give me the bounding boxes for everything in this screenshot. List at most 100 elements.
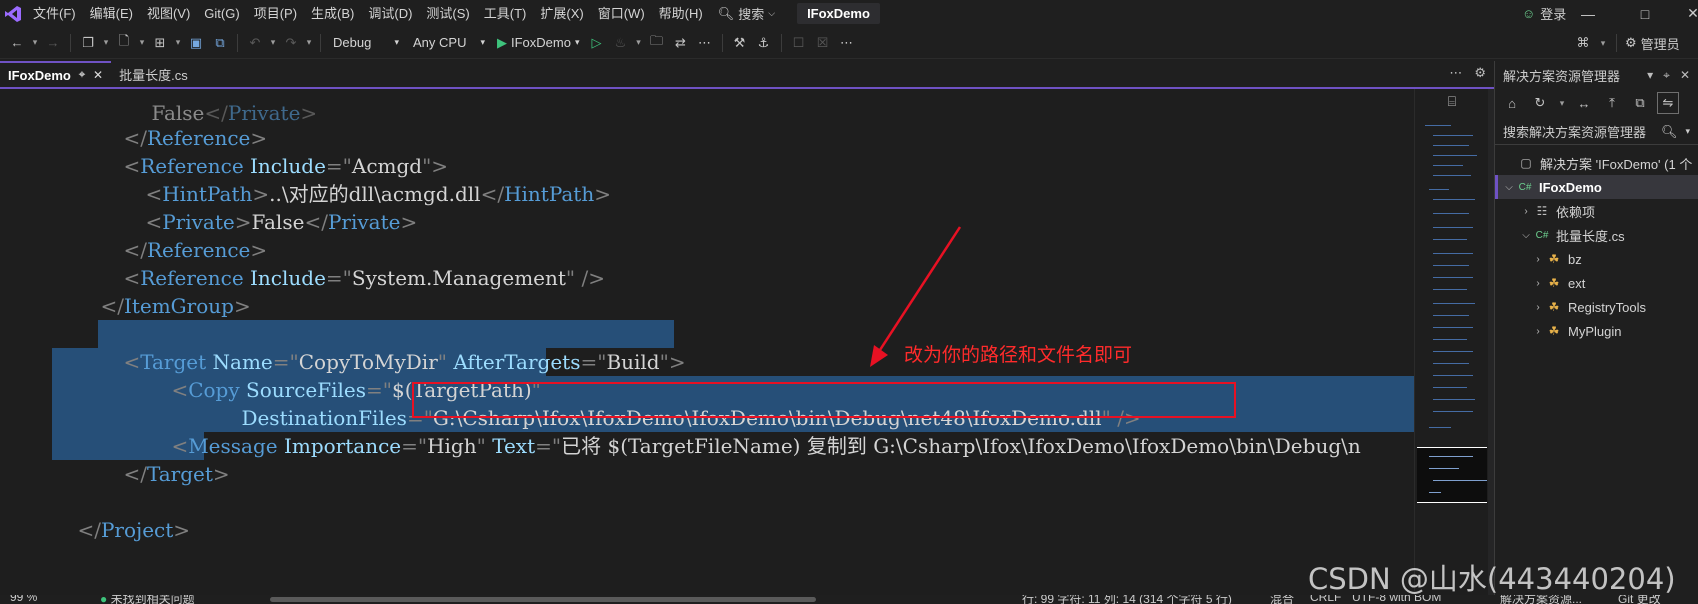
chevron-down-icon[interactable]: ▾ [137,37,147,48]
save-icon[interactable]: ▣ [185,32,207,54]
code-line: <Copy SourceFiles="$(TargetPath)" [171,378,541,402]
menu-extensions[interactable]: 扩展(X) [533,0,590,27]
tree-item-label: ext [1568,275,1586,291]
tab-ifoxdemo[interactable]: IFoxDemo ⌖ ✕ [0,61,112,87]
sync-icon[interactable]: ↻ [1529,92,1551,114]
tab-batch-length-cs[interactable]: 批量长度.cs [111,61,196,87]
menu-edit[interactable]: 编辑(E) [83,0,140,27]
live-share-icon[interactable]: ⇄ [670,32,692,54]
undo-icon[interactable]: ↶ [244,32,266,54]
start-without-debugging-icon[interactable]: ▷ [586,32,608,54]
more-options-icon[interactable]: ⋯ [836,32,858,54]
tree-item-class[interactable]: › ☘ ext [1495,271,1698,295]
tree-item-class[interactable]: › ☘ MyPlugin [1495,319,1698,343]
comment-icon[interactable]: ☐ [788,32,810,54]
chevron-right-icon[interactable]: › [1519,206,1533,217]
copilot-icon[interactable]: ⌘ [1572,32,1594,54]
chevron-down-icon[interactable]: ⌵ [1502,182,1516,193]
chevron-down-icon[interactable]: ▾ [1598,38,1608,49]
home-icon[interactable]: ⌂ [1501,92,1523,114]
tree-item-class[interactable]: › ☘ bz [1495,247,1698,271]
tree-item-label: 批量长度.cs [1556,228,1625,244]
menu-project[interactable]: 项目(P) [247,0,304,27]
browse-folder-icon[interactable]: 🗀 [646,32,668,54]
redo-icon[interactable]: ↷ [280,32,302,54]
minimap-line [1433,135,1473,136]
menu-window[interactable]: 窗口(W) [591,0,652,27]
breakpoint-tool-icon[interactable]: ⚒ [729,32,751,54]
menu-view[interactable]: 视图(V) [140,0,197,27]
close-window-button[interactable]: ✕ [1670,0,1698,27]
code-minimap[interactable]: ⌸ [1414,89,1488,595]
menu-tools[interactable]: 工具(T) [477,0,534,27]
search-placeholder: 搜索解决方案资源管理器 [1503,125,1647,140]
chevron-down-icon[interactable]: ▾ [304,37,314,48]
configuration-dropdown[interactable]: Debug ▾ [327,32,405,54]
back-icon[interactable]: ← [6,32,28,54]
new-file-icon[interactable]: 🗋 [113,32,135,54]
settings-gear-icon[interactable]: ⚙ [1474,65,1486,81]
chevron-down-icon[interactable]: ▾ [101,37,111,48]
diagnostic-tool-icon[interactable]: ⚓ [753,32,775,54]
split-editor-icon[interactable]: ⌸ [1415,89,1489,113]
chevron-down-icon[interactable]: ▾ [634,37,644,48]
chevron-down-icon[interactable]: ▾ [268,37,278,48]
more-options-icon[interactable]: ⋯ [694,32,716,54]
forward-icon[interactable]: → [42,32,64,54]
toolbar-separator [237,33,238,52]
more-tabs-icon[interactable]: ⋯ [1449,65,1462,81]
pin-icon[interactable]: ⌖ [79,69,85,82]
maximize-button[interactable]: □ [1622,0,1668,27]
xml-tag: Private [327,210,401,234]
close-icon[interactable]: ✕ [93,68,103,82]
hot-reload-icon[interactable]: ♨ [610,32,632,54]
menu-debug[interactable]: 调试(D) [361,0,419,27]
whitespace-mode[interactable]: 混合 [1270,595,1294,604]
close-icon[interactable]: ✕ [1680,68,1690,83]
new-project-icon[interactable]: ❐ [77,32,99,54]
search-menu[interactable]: 🔍︎ 搜索 ⌵ [710,0,783,27]
visual-studio-logo-icon[interactable] [0,0,26,27]
menu-git[interactable]: Git(G) [197,0,246,27]
cursor-position[interactable]: 行: 99 字符: 11 列: 14 (314 个字符 5 行) [1022,595,1232,604]
save-all-icon[interactable]: ⧉ [209,32,231,54]
issues-indicator[interactable]: ● 未找到相关问题 [100,595,195,604]
menu-help[interactable]: 帮助(H) [652,0,710,27]
platform-dropdown[interactable]: Any CPU ▾ [407,32,491,54]
chevron-down-icon[interactable]: ⌵ [1519,230,1533,241]
code-editor[interactable]: False</Private> </Reference> <Reference … [0,89,1414,595]
minimap-viewport[interactable] [1417,447,1487,503]
minimize-button[interactable]: — [1565,0,1611,27]
admin-indicator[interactable]: ⌘ ▾ ⚙ 管理员 [1572,27,1680,59]
show-all-files-icon[interactable]: ⧉ [1629,92,1651,114]
add-item-icon[interactable]: ⊞ [149,32,171,54]
tree-item-dependencies[interactable]: › ☷ 依赖项 [1495,199,1698,223]
horizontal-scrollbar[interactable] [270,597,816,602]
tree-item-class[interactable]: › ☘ RegistryTools [1495,295,1698,319]
chevron-right-icon[interactable]: › [1531,254,1545,265]
tree-item-solution[interactable]: ▢ 解决方案 'IFoxDemo' (1 个 [1495,151,1698,175]
tree-item-cs-file[interactable]: ⌵ C# 批量长度.cs [1495,223,1698,247]
chevron-right-icon[interactable]: › [1531,302,1545,313]
zoom-level[interactable]: 99 % [10,595,37,604]
collapse-all-icon[interactable]: ⤒ [1601,92,1623,114]
chevron-right-icon[interactable]: › [1531,326,1545,337]
pin-icon[interactable]: ⌖ [1663,68,1670,83]
chevron-down-icon[interactable]: ▾ [1557,98,1567,109]
menu-file[interactable]: 文件(F) [26,0,83,27]
filter-icon[interactable]: ⇋ [1657,92,1679,114]
chevron-down-icon[interactable]: ▾ [1647,68,1653,83]
switch-views-icon[interactable]: ↔ [1573,92,1595,114]
menu-build[interactable]: 生成(B) [304,0,361,27]
start-debugging-button[interactable]: ▶ IFoxDemo ▾ [493,35,584,51]
menu-test[interactable]: 测试(S) [419,0,476,27]
tree-item-project[interactable]: ⌵ C# IFoxDemo [1495,175,1698,199]
chevron-right-icon[interactable]: › [1531,278,1545,289]
chevron-down-icon[interactable]: ▾ [30,37,40,48]
chevron-down-icon[interactable]: ▾ [173,37,183,48]
login-button[interactable]: ☺ 登录 [1522,0,1566,27]
solution-explorer-search-input[interactable]: 搜索解决方案资源管理器 🔍︎ ▾ [1495,119,1698,145]
platform-value: Any CPU [413,35,467,50]
chevron-down-icon[interactable]: ▾ [1685,126,1690,137]
uncomment-icon[interactable]: ☒ [812,32,834,54]
